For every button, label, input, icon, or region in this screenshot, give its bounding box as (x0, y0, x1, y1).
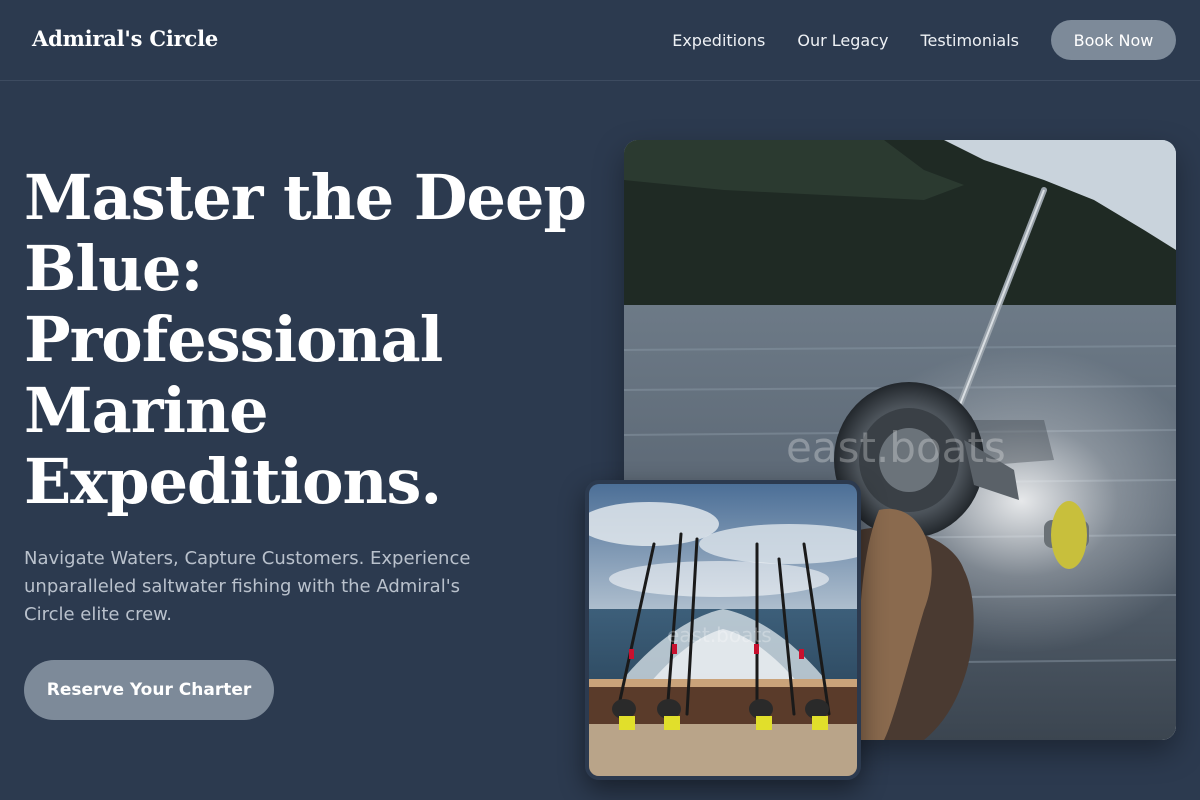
hero-subtitle: Navigate Waters, Capture Customers. Expe… (24, 548, 471, 625)
hero-title: Master the Deep Blue: Professional Marin… (24, 161, 587, 518)
nav-links: Expeditions Our Legacy Testimonials Book… (672, 20, 1176, 60)
top-navbar: Admiral's Circle Expeditions Our Legacy … (0, 0, 1200, 81)
inset-photo-watermark: east.boats (667, 623, 772, 647)
brand-logo[interactable]: Admiral's Circle (32, 26, 218, 51)
reserve-charter-button[interactable]: Reserve Your Charter (24, 660, 274, 720)
nav-link-testimonials[interactable]: Testimonials (921, 31, 1020, 50)
inset-photo-boat-rods: east.boats (585, 480, 861, 780)
book-now-button[interactable]: Book Now (1051, 20, 1176, 60)
nav-link-expeditions[interactable]: Expeditions (672, 31, 765, 50)
main-photo-watermark: east.boats (786, 423, 1006, 472)
nav-link-our-legacy[interactable]: Our Legacy (797, 31, 888, 50)
